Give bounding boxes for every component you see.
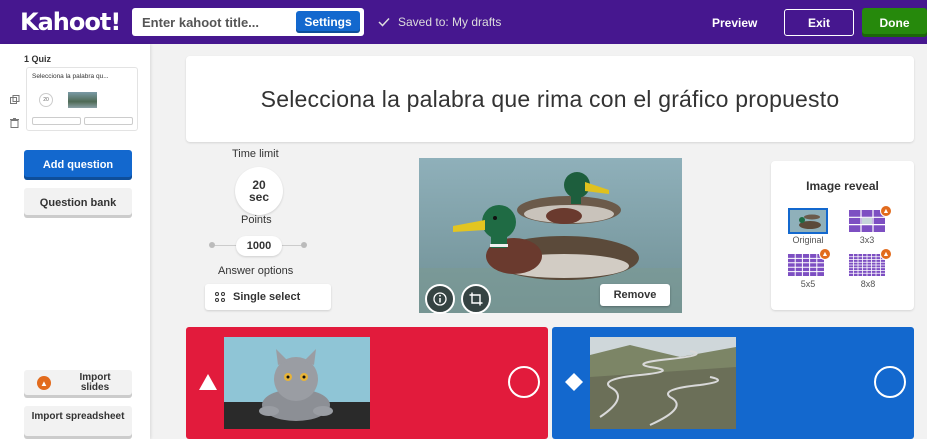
correct-answer-toggle[interactable] — [874, 366, 906, 398]
question-text: Selecciona la palabra que rima con el gr… — [260, 85, 840, 112]
slide-thumbnail-time: 20 — [39, 93, 53, 107]
time-limit-selector[interactable]: 20 sec — [235, 167, 283, 215]
settings-button[interactable]: Settings — [296, 11, 360, 33]
remove-image-button[interactable]: Remove — [600, 284, 670, 306]
exit-button[interactable]: Exit — [784, 9, 854, 36]
slide-thumbnail[interactable]: Selecciona la palabra qu... 20 — [26, 67, 138, 131]
delete-icon[interactable] — [10, 118, 19, 130]
single-select-icon — [215, 292, 225, 302]
grid-5x5-icon — [788, 254, 824, 276]
reveal-option-label: Original — [792, 235, 824, 245]
image-reveal-panel: Image reveal Original ▲ 3x3 ▲ 5x5 ▲ 8x8 — [771, 161, 914, 310]
import-slides-label: Import slides — [79, 372, 111, 393]
time-limit-unit: sec — [248, 190, 270, 204]
import-spreadsheet-button[interactable]: Import spreadsheet — [24, 406, 132, 439]
triangle-icon — [199, 374, 217, 390]
answer-2[interactable] — [552, 327, 914, 439]
lock-badge-icon: ▲ — [880, 205, 892, 217]
reveal-option-original[interactable] — [788, 208, 828, 234]
diamond-icon — [565, 373, 583, 391]
cat-image — [224, 337, 370, 429]
reveal-option-5x5[interactable]: ▲ — [788, 248, 831, 280]
reveal-option-8x8[interactable]: ▲ — [849, 248, 892, 280]
reveal-option-label: 3x3 — [859, 235, 875, 245]
answer-options-select[interactable]: Single select — [205, 284, 331, 310]
reveal-option-label: 8x8 — [860, 279, 876, 289]
reveal-option-3x3[interactable]: ▲ — [849, 205, 892, 236]
lock-badge-icon: ▲ — [880, 248, 892, 260]
points-selector[interactable]: 1000 — [236, 236, 282, 256]
preview-button[interactable]: Preview — [712, 16, 757, 30]
grid-8x8-icon — [849, 254, 885, 276]
image-reveal-title: Image reveal — [806, 179, 879, 193]
slide-thumbnail-title: Selecciona la palabra qu... — [32, 73, 109, 80]
slide-thumbnail-answer — [84, 117, 133, 125]
question-input[interactable]: Selecciona la palabra que rima con el gr… — [186, 56, 914, 142]
saved-text: Saved to: My drafts — [398, 15, 502, 29]
check-icon — [378, 17, 390, 27]
presentation-icon: ▲ — [37, 376, 51, 390]
slide-label: 1 Quiz — [24, 54, 52, 64]
time-limit-label: Time limit — [232, 148, 279, 160]
reveal-option-label: 5x5 — [800, 279, 816, 289]
top-bar: Kahoot! Enter kahoot title... Settings S… — [0, 0, 927, 44]
points-slider-dot[interactable] — [209, 242, 215, 248]
duck-thumbnail-icon — [790, 210, 826, 232]
answer-1[interactable] — [186, 327, 548, 439]
answer-options-label: Answer options — [218, 265, 294, 277]
winding-road-image — [590, 337, 736, 429]
save-status: Saved to: My drafts — [378, 15, 501, 29]
sidebar: 1 Quiz Selecciona la palabra qu... 20 Ad… — [0, 44, 150, 439]
done-button[interactable]: Done — [862, 8, 927, 37]
slide-thumbnail-answer — [32, 117, 81, 125]
answer-options-value: Single select — [233, 291, 301, 303]
import-slides-button[interactable]: ▲ Import slides — [24, 370, 132, 398]
question-bank-button[interactable]: Question bank — [24, 188, 132, 218]
answer-2-image[interactable] — [590, 337, 736, 429]
kahoot-logo[interactable]: Kahoot! — [20, 8, 121, 36]
image-info-button[interactable] — [425, 284, 455, 314]
title-placeholder: Enter kahoot title... — [142, 15, 260, 30]
info-icon — [433, 292, 447, 306]
slide-thumbnail-image — [68, 92, 97, 108]
points-slider-dot[interactable] — [301, 242, 307, 248]
correct-answer-toggle[interactable] — [508, 366, 540, 398]
points-label: Points — [241, 214, 272, 226]
duplicate-icon[interactable] — [10, 95, 20, 107]
add-question-button[interactable]: Add question — [24, 150, 132, 180]
answer-1-image[interactable] — [224, 337, 370, 429]
crop-icon — [469, 292, 483, 306]
image-crop-button[interactable] — [461, 284, 491, 314]
lock-badge-icon: ▲ — [819, 248, 831, 260]
